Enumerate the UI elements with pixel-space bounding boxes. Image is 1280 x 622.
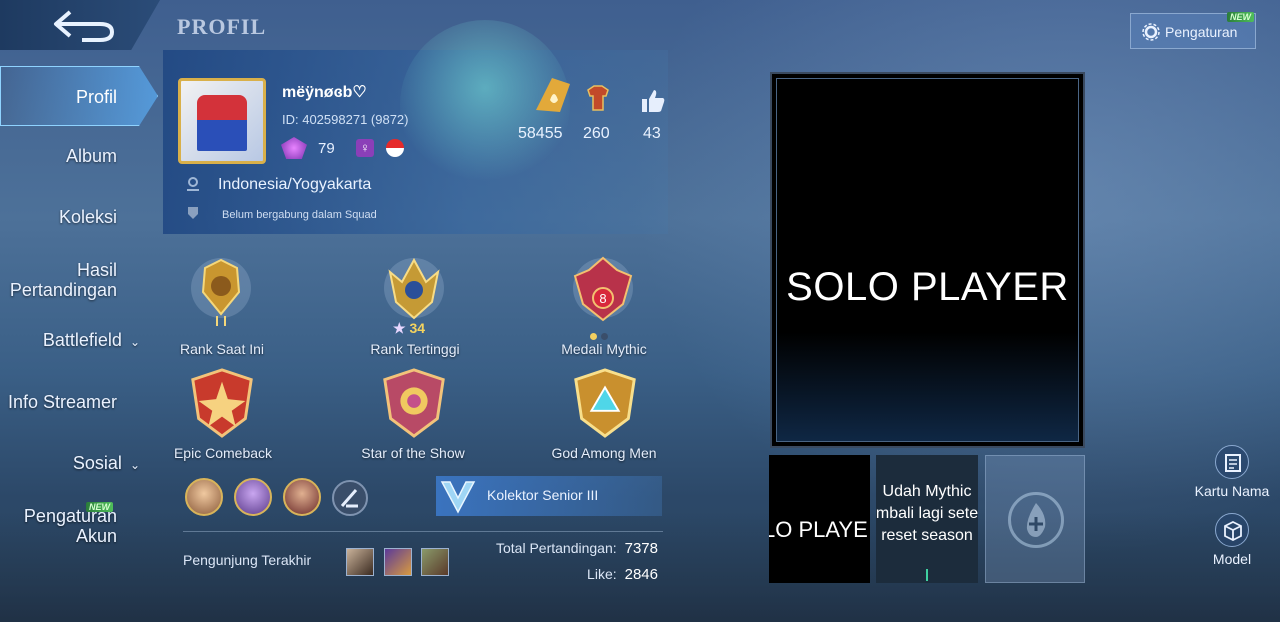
- username: mëÿnøɞb♡: [282, 84, 367, 101]
- squad-text: Belum bergabung dalam Squad: [222, 209, 377, 221]
- rank-current-label: Rank Saat Ini: [179, 341, 265, 357]
- collector-badge[interactable]: Kolektor Senior III: [436, 476, 662, 516]
- back-arrow-icon: [54, 10, 115, 42]
- page-title: PROFIL: [177, 14, 267, 39]
- add-flame-icon: [1026, 503, 1046, 537]
- total-likes: Like: 2846: [587, 566, 658, 583]
- showcase-thumb-2[interactable]: Udah Mythic mbali lagi sete reset season: [876, 455, 978, 583]
- showcase-thumb-1[interactable]: LO PLAYE: [769, 455, 870, 583]
- collector-label: Kolektor Senior III: [487, 487, 599, 503]
- showcase-frame: SOLO PLAYER: [776, 78, 1079, 442]
- location-row: Indonesia/Yogyakarta: [186, 176, 371, 194]
- sidebar-item-label: Battlefield: [42, 330, 122, 350]
- total-matches-label: Total Pertandingan:: [495, 540, 617, 556]
- squad-row: Belum bergabung dalam Squad: [186, 206, 377, 221]
- add-showcase-button[interactable]: [985, 455, 1085, 583]
- dot-inactive: [601, 333, 608, 340]
- rank-highest-label: Rank Tertinggi: [370, 341, 460, 357]
- mythic-medal-label: Medali Mythic: [561, 341, 647, 357]
- sidebar-item-profil[interactable]: Profil: [0, 66, 158, 126]
- star-of-show-medal-icon[interactable]: [377, 366, 451, 440]
- popularity-value: 58455: [518, 125, 563, 142]
- settings-label: Pengaturan: [1165, 24, 1238, 40]
- rank-highest-medal-icon[interactable]: [376, 252, 452, 328]
- thumb-2-line-3: reset season: [881, 527, 973, 544]
- model-cube-icon: [1215, 513, 1249, 547]
- god-among-men-medal-icon[interactable]: [568, 366, 642, 440]
- rank-current-medal-icon[interactable]: [183, 252, 259, 328]
- edit-heroes-button[interactable]: [332, 480, 368, 516]
- epic-comeback-label: Epic Comeback: [173, 445, 273, 461]
- visitor-avatar[interactable]: [421, 548, 449, 576]
- skins-value: 260: [583, 125, 610, 142]
- gear-icon: [1142, 23, 1160, 41]
- avatar-figure: [197, 95, 247, 151]
- name-card-icon: [1215, 445, 1249, 479]
- model-label: Model: [1212, 551, 1252, 567]
- star-of-show-label: Star of the Show: [361, 445, 465, 461]
- showcase-main-card[interactable]: SOLO PLAYER: [770, 72, 1085, 448]
- edit-pencil-icon: [340, 489, 358, 508]
- sidebar-item-label: Sosial: [72, 453, 122, 473]
- favorite-hero-1[interactable]: [185, 478, 223, 516]
- favorite-hero-3[interactable]: [283, 478, 321, 516]
- name-card-button[interactable]: Kartu Nama: [1188, 445, 1276, 499]
- god-among-men-label: God Among Men: [551, 445, 657, 461]
- sidebar-item-pengaturan-akun[interactable]: Pengaturan Akun: [24, 506, 117, 546]
- divider: [183, 531, 663, 532]
- showcase-main-text: SOLO PLAYER: [786, 265, 1069, 309]
- total-likes-value: 2846: [624, 566, 658, 583]
- new-badge: NEW: [86, 502, 113, 512]
- epic-comeback-medal-icon[interactable]: [185, 366, 259, 440]
- sidebar-item-koleksi[interactable]: Koleksi: [59, 207, 117, 227]
- likes-value: 43: [643, 125, 661, 142]
- total-matches: Total Pertandingan: 7378: [496, 540, 658, 557]
- recent-visitors-label: Pengunjung Terakhir: [183, 552, 312, 568]
- thumbs-up-icon: [642, 90, 665, 112]
- new-badge: NEW: [1227, 12, 1254, 22]
- thumb-2-indicator: [926, 569, 928, 581]
- total-matches-value: 7378: [624, 540, 658, 557]
- mythic-medal-icon[interactable]: 8: [565, 252, 641, 328]
- mythic-level-text: 8: [599, 291, 606, 306]
- favorite-hero-2[interactable]: [234, 478, 272, 516]
- skin-icon: [587, 85, 609, 111]
- sidebar-item-album[interactable]: Album: [66, 146, 117, 166]
- visitor-avatar[interactable]: [346, 548, 374, 576]
- indonesia-flag-icon: [386, 139, 404, 157]
- squad-shield-icon: [188, 207, 198, 219]
- female-gender-icon: ♀: [356, 139, 374, 157]
- total-likes-label: Like:: [587, 566, 617, 582]
- thumb-1-text: LO PLAYE: [769, 517, 868, 542]
- rank-highest-stars: ★ 34: [393, 320, 425, 337]
- sidebar-item-label: Profil: [75, 87, 117, 107]
- sidebar-item-hasil-pertandingan[interactable]: Hasil Pertandingan: [10, 260, 117, 300]
- add-circle: [1008, 492, 1064, 548]
- location-pin-icon: [187, 177, 199, 191]
- level-value: 79: [318, 140, 335, 157]
- collector-emblem-icon: [440, 481, 476, 514]
- settings-button[interactable]: Pengaturan NEW: [1130, 12, 1256, 49]
- user-id: ID: 402598271 (9872): [282, 112, 409, 127]
- back-button[interactable]: [0, 0, 160, 50]
- name-card-label: Kartu Nama: [1194, 483, 1270, 499]
- avatar[interactable]: [178, 78, 266, 164]
- popularity-icon: [536, 78, 570, 112]
- star-icon: ★: [393, 320, 410, 336]
- dot-active: [590, 333, 597, 340]
- thumb-2-line-1: Udah Mythic: [882, 483, 972, 500]
- location-text: Indonesia/Yogyakarta: [218, 176, 372, 193]
- rank-highest-stars-value: 34: [409, 320, 426, 336]
- visitor-avatar[interactable]: [384, 548, 412, 576]
- model-button[interactable]: Model: [1188, 513, 1276, 567]
- thumb-2-line-2: mbali lagi sete: [876, 505, 978, 522]
- sidebar-item-info-streamer[interactable]: Info Streamer: [8, 392, 117, 412]
